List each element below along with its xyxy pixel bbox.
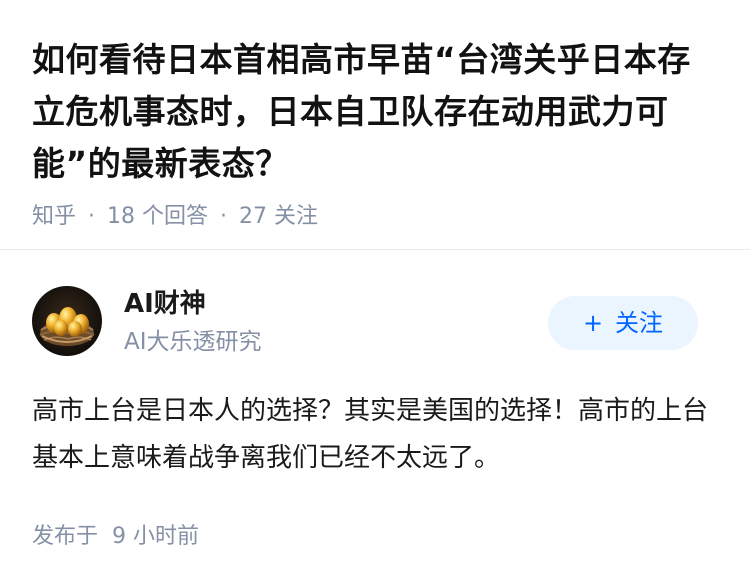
question-title[interactable]: 如何看待日本首相高市早苗“台湾关乎日本存立危机事态时，日本自卫队存在动用武力可能… (32, 34, 718, 190)
follow-label: 关注 (615, 309, 664, 337)
published-time: 9 小时前 (112, 524, 200, 549)
answer-content[interactable]: 高市上台是日本人的选择？其实是美国的选择！高市的上台基本上意味着战争离我们已经不… (32, 388, 712, 482)
author-bio: AI大乐透研究 (124, 329, 262, 355)
answer-count: 18 (107, 204, 136, 229)
answer-timestamp: 发布于 9 小时前 (32, 522, 199, 552)
follower-count-unit: 关注 (274, 204, 319, 229)
golden-eggs-nest-icon[interactable] (32, 286, 102, 356)
follow-button[interactable]: + 关注 (548, 296, 698, 350)
answer-count-unit: 个回答 (142, 204, 209, 229)
section-divider (0, 249, 750, 250)
author-row: AI财神 AI大乐透研究 + 关注 (32, 286, 698, 360)
author-info: AI财神 AI大乐透研究 (124, 286, 262, 357)
meta-separator: · (88, 204, 96, 229)
author-name[interactable]: AI财神 (124, 286, 262, 322)
follower-count: 27 (239, 204, 268, 229)
source-label[interactable]: 知乎 (32, 204, 76, 229)
answer-page: 如何看待日本首相高市早苗“台湾关乎日本存立危机事态时，日本自卫队存在动用武力可能… (0, 0, 750, 588)
question-meta: 知乎 · 18 个回答 · 27 关注 (32, 202, 718, 232)
plus-icon: + (582, 309, 604, 337)
meta-separator: · (220, 204, 228, 229)
published-label: 发布于 (32, 524, 99, 549)
question-header: 如何看待日本首相高市早苗“台湾关乎日本存立危机事态时，日本自卫队存在动用武力可能… (0, 0, 750, 232)
